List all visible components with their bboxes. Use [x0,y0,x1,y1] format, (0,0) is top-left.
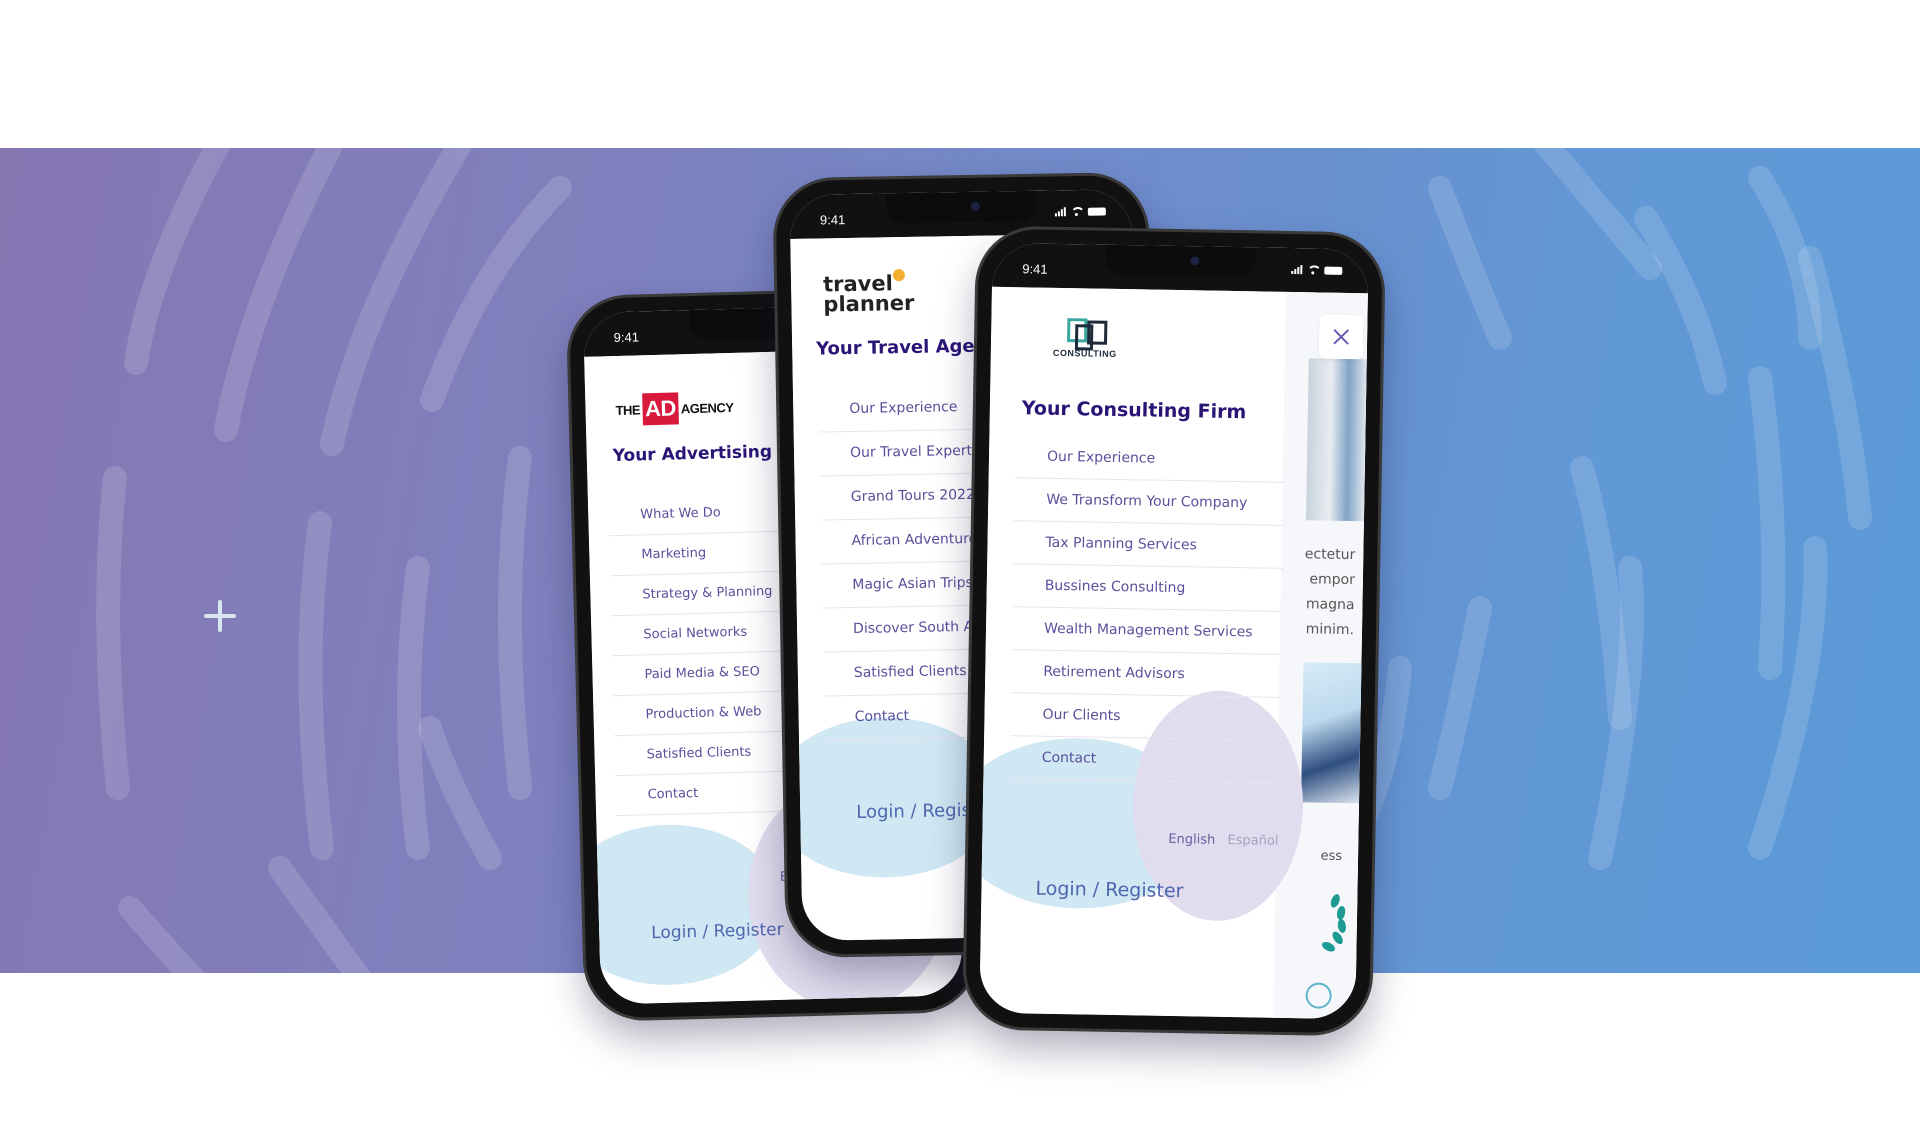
status-icons [1291,265,1343,275]
site-heading: Your Consulting Firm [1021,397,1247,424]
menu-item[interactable]: Retirement Advisors [1010,650,1282,698]
login-register-link[interactable]: Login / Register [1035,878,1183,903]
menu-item[interactable]: We Transform Your Company [1013,478,1285,526]
logo-highlight: AD [641,392,680,426]
status-time: 9:41 [819,212,846,228]
signal-icon [1291,265,1303,275]
travel-planner-logo[interactable]: travel planner [823,269,915,317]
camera-icon [1190,256,1200,266]
logo-suffix: AGENCY [680,399,734,416]
ad-agency-logo[interactable]: THE AD AGENCY [615,391,734,426]
paragraph-line: minim. [1305,621,1355,639]
consulting-logo[interactable]: CONSULTING [1045,316,1126,359]
logo-line2: planner [823,290,915,317]
nav-menu: Our Experience We Transform Your Company… [1009,435,1286,784]
battery-icon [1324,266,1343,275]
close-menu-button[interactable] [1318,314,1364,360]
menu-item[interactable]: Wealth Management Services [1011,607,1283,655]
notch [1105,244,1256,278]
menu-item[interactable]: Our Experience [1014,435,1286,483]
status-time: 9:41 [1022,261,1048,277]
office-photo [1305,358,1367,522]
wifi-icon [1071,207,1083,216]
status-time: 9:41 [613,329,640,346]
background-paragraph: ectetur empor magna minim. [1303,542,1356,643]
menu-item[interactable]: Bussines Consulting [1012,564,1284,612]
menu-item[interactable]: Our Clients [1010,693,1281,741]
status-bar: 9:41 [991,242,1369,294]
page-behind-menu: ectetur empor magna minim. ess [1273,291,1368,1020]
status-icons [1054,207,1106,217]
language-switcher: English Español [1168,832,1278,849]
paragraph-line: magna [1305,596,1355,614]
phone-screen: 9:41 ectetur empor magna minim. ess CONS… [979,242,1369,1020]
logo-mark [1065,316,1108,351]
award-laurel-icon [1321,894,1346,952]
paragraph-line: ectetur [1304,546,1356,564]
wifi-icon [1307,265,1319,274]
signal-icon [1054,207,1066,217]
plus-icon [204,600,236,632]
calculator-photo [1301,662,1362,804]
logo-prefix: THE [615,401,641,418]
phone-mockup-consulting: 9:41 ectetur empor magna minim. ess CONS… [965,228,1383,1034]
menu-item[interactable]: Contact [1009,736,1281,784]
menu-panel: ectetur empor magna minim. ess CONSULTIN… [979,286,1368,1020]
lang-english[interactable]: English [1168,832,1215,848]
camera-icon [970,201,980,211]
chat-icon[interactable] [1305,982,1332,1009]
background-text: ess [1320,848,1343,864]
menu-item[interactable]: Tax Planning Services [1013,521,1284,569]
lang-spanish[interactable]: Español [1227,833,1278,849]
paragraph-line: empor [1309,571,1356,589]
login-register-link[interactable]: Login / Register [651,920,784,943]
notch [885,190,1037,224]
battery-icon [1087,207,1106,216]
